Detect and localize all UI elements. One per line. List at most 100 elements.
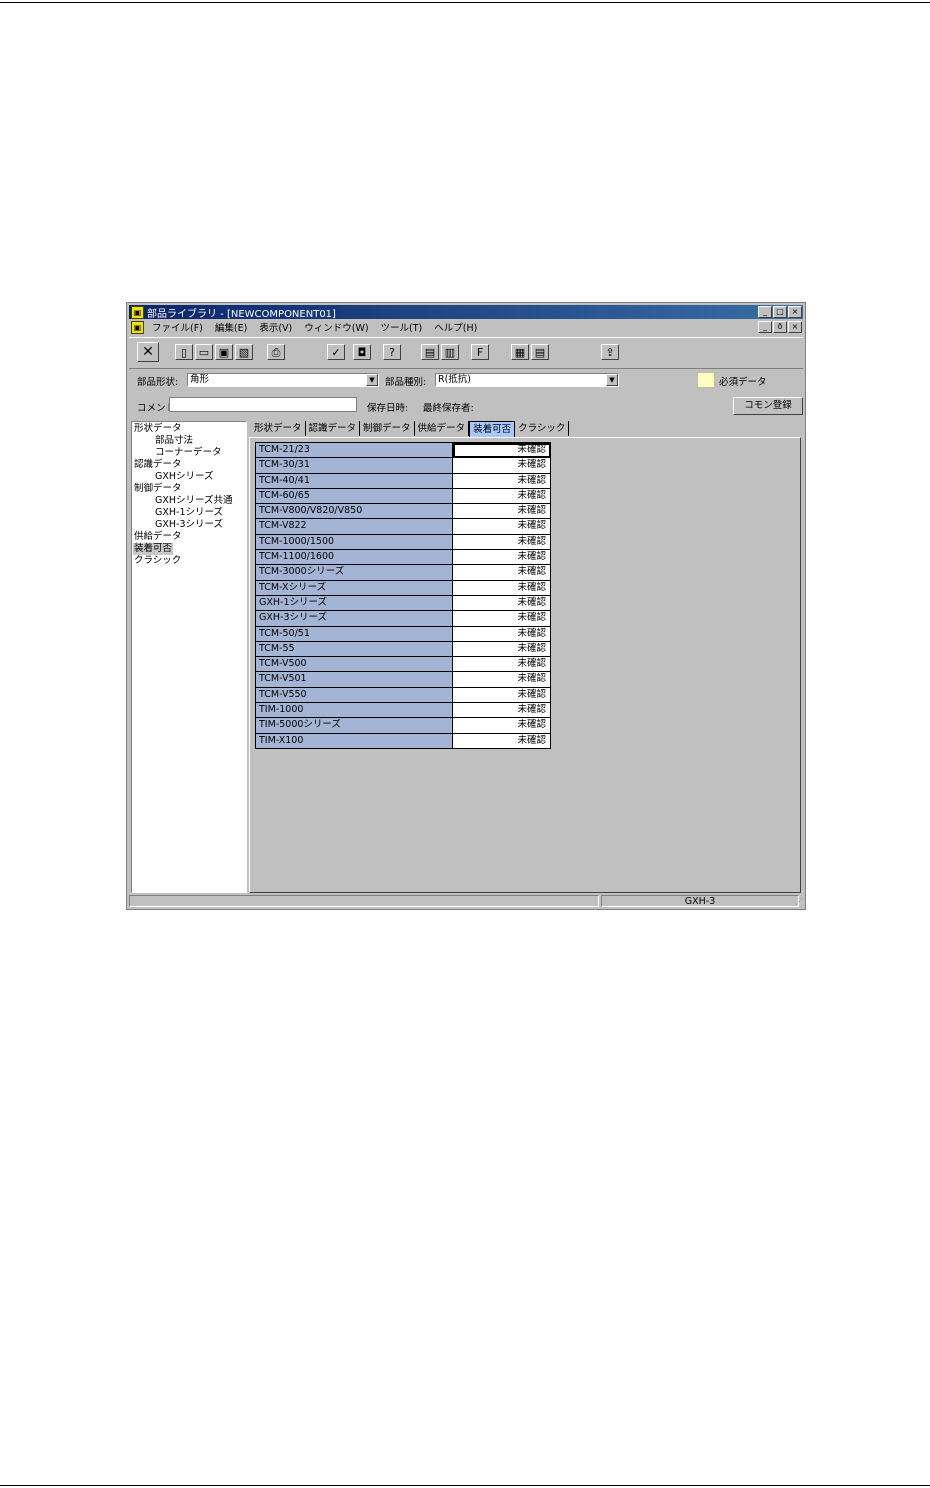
table-row: TIM-1000 未確認 bbox=[256, 703, 551, 719]
comment-field[interactable] bbox=[169, 397, 357, 412]
library-icon: ▣ bbox=[131, 305, 144, 319]
tree-node-classic[interactable]: クラシック bbox=[132, 555, 246, 567]
mount-status-cell[interactable]: 未確認 bbox=[453, 611, 551, 627]
machine-name-cell: TCM-50/51 bbox=[256, 626, 453, 642]
machine-name-cell: TCM-55 bbox=[256, 641, 453, 658]
menu-edit[interactable]: 編集(E) bbox=[209, 320, 253, 334]
mount-status-cell[interactable]: 未確認 bbox=[453, 580, 551, 596]
status-panel-model: GXH-3 bbox=[601, 895, 799, 907]
table-row: TIM-5000シリーズ 未確認 bbox=[256, 718, 551, 734]
table-row: TCM-V501 未確認 bbox=[256, 672, 551, 688]
tree-node-gxh-3[interactable]: GXH-3シリーズ bbox=[132, 519, 246, 531]
mount-status-cell[interactable]: 未確認 bbox=[453, 458, 551, 474]
mount-status-cell[interactable]: 未確認 bbox=[453, 687, 551, 704]
maximize-button[interactable]: □ bbox=[773, 306, 787, 318]
tree-node-part-dimensions[interactable]: 部品寸法 bbox=[132, 435, 246, 447]
table-row: TCM-55 未確認 bbox=[256, 641, 551, 658]
mount-status-cell[interactable]: 未確認 bbox=[453, 595, 551, 612]
title-bar[interactable]: ▣ 部品ライブラリ - [NEWCOMPONENT01] _ □ × bbox=[129, 305, 803, 320]
close-button[interactable]: × bbox=[788, 306, 802, 318]
save-as-icon[interactable]: ▧ bbox=[235, 344, 253, 360]
mount-status-cell[interactable]: 未確認 bbox=[453, 534, 551, 551]
mount-status-cell[interactable]: 未確認 bbox=[453, 672, 551, 688]
export-icon[interactable]: ⇪ bbox=[601, 344, 619, 360]
machine-name-cell: GXH-1シリーズ bbox=[256, 595, 453, 612]
list-view-icon[interactable]: ▥ bbox=[441, 344, 459, 360]
help-icon[interactable]: ? bbox=[383, 344, 401, 360]
table-row: TCM-50/51 未確認 bbox=[256, 626, 551, 642]
tab-supply-data[interactable]: 供給データ bbox=[414, 421, 470, 436]
cascade-window-icon[interactable]: ▦ bbox=[511, 344, 529, 360]
resize-grip-icon[interactable]: ⋰ bbox=[793, 897, 803, 907]
tab-shape-data[interactable]: 形状データ bbox=[251, 421, 306, 436]
mount-status-cell[interactable]: 未確認 bbox=[453, 550, 551, 566]
minimize-button[interactable]: _ bbox=[758, 306, 772, 318]
check-icon[interactable]: ✓ bbox=[327, 344, 345, 360]
mount-status-cell[interactable]: 未確認 bbox=[453, 565, 551, 581]
new-file-icon[interactable]: ▯ bbox=[175, 344, 193, 360]
font-icon[interactable]: F bbox=[471, 344, 489, 360]
tab-classic[interactable]: クラシック bbox=[515, 421, 570, 436]
mount-status-cell[interactable]: 未確認 bbox=[453, 657, 551, 673]
mount-status-cell[interactable]: 未確認 bbox=[453, 519, 551, 535]
mount-status-cell[interactable]: 未確認 bbox=[453, 443, 551, 459]
machine-name-cell: TCM-V822 bbox=[256, 519, 453, 535]
tree-node-mountability[interactable]: 装着可否 bbox=[133, 543, 174, 555]
machine-name-cell: TCM-60/65 bbox=[256, 488, 453, 505]
machine-name-cell: TCM-1000/1500 bbox=[256, 534, 453, 551]
menu-file[interactable]: ファイル(F) bbox=[146, 320, 209, 334]
tree-node-shape-data[interactable]: 形状データ bbox=[132, 423, 246, 435]
tree-node-control-data[interactable]: 制御データ bbox=[132, 483, 246, 495]
tree-node-gxh-series[interactable]: GXHシリーズ bbox=[132, 471, 246, 483]
tile-window-icon[interactable]: ▤ bbox=[531, 344, 549, 360]
tree-view-icon[interactable]: ▤ bbox=[421, 344, 439, 360]
menu-window[interactable]: ウィンドウ(W) bbox=[298, 320, 374, 334]
tab-panel: TCM-21/23 未確認 TCM-30/31 未確認 TCM-40/41 未確認 TCM-… bbox=[249, 437, 801, 893]
chevron-down-icon[interactable]: ▼ bbox=[606, 374, 618, 386]
chevron-down-icon[interactable]: ▼ bbox=[366, 374, 378, 386]
mount-status-cell[interactable]: 未確認 bbox=[453, 718, 551, 734]
mount-status-cell[interactable]: 未確認 bbox=[453, 703, 551, 719]
table-row: GXH-1シリーズ 未確認 bbox=[256, 595, 551, 612]
print-icon[interactable]: ⎙ bbox=[267, 344, 285, 360]
mount-status-cell[interactable]: 未確認 bbox=[453, 473, 551, 489]
document-icon[interactable]: ▣ bbox=[131, 320, 144, 334]
menu-view[interactable]: 表示(V) bbox=[253, 320, 298, 334]
tab-control-data[interactable]: 制御データ bbox=[360, 421, 415, 436]
machine-name-cell: TCM-V800/V820/V850 bbox=[256, 504, 453, 520]
mount-status-cell[interactable]: 未確認 bbox=[453, 626, 551, 642]
table-row: TCM-Xシリーズ 未確認 bbox=[256, 580, 551, 596]
mountability-grid: TCM-21/23 未確認 TCM-30/31 未確認 TCM-40/41 未確認 TCM-… bbox=[255, 442, 551, 749]
table-row: TCM-40/41 未確認 bbox=[256, 473, 551, 489]
close-icon[interactable]: ✕ bbox=[137, 342, 159, 362]
tree-node-corner-data[interactable]: コーナーデータ bbox=[132, 447, 246, 459]
menu-tools[interactable]: ツール(T) bbox=[375, 320, 429, 334]
shape-select[interactable]: 角形 ▼ bbox=[187, 373, 379, 387]
data-tree[interactable]: 形状データ 部品寸法 コーナーデータ 認識データ GXHシリーズ 制御データ G… bbox=[131, 421, 247, 893]
mdi-close-button[interactable]: × bbox=[788, 321, 802, 333]
last-saver-label: 最終保存者: bbox=[423, 403, 474, 414]
tab-recognition-data[interactable]: 認識データ bbox=[305, 421, 361, 436]
machine-name-cell: TIM-1000 bbox=[256, 703, 453, 719]
required-color-swatch bbox=[697, 372, 715, 388]
mount-status-cell[interactable]: 未確認 bbox=[453, 733, 551, 749]
tree-node-gxh-1[interactable]: GXH-1シリーズ bbox=[132, 507, 246, 519]
mdi-restore-button[interactable]: ð bbox=[773, 321, 787, 333]
menu-help[interactable]: ヘルプ(H) bbox=[428, 320, 483, 334]
mount-status-cell[interactable]: 未確認 bbox=[453, 504, 551, 520]
save-icon[interactable]: ▣ bbox=[215, 344, 233, 360]
insert-icon[interactable]: ◘ bbox=[353, 344, 371, 360]
tree-node-gxh-common[interactable]: GXHシリーズ共通 bbox=[132, 495, 246, 507]
tree-node-recognition-data[interactable]: 認識データ bbox=[132, 459, 246, 471]
table-row: TCM-21/23 未確認 bbox=[256, 443, 551, 459]
tab-mountability[interactable]: 装着可否 bbox=[469, 421, 516, 437]
mount-status-cell[interactable]: 未確認 bbox=[453, 488, 551, 505]
app-window: ▣ 部品ライブラリ - [NEWCOMPONENT01] _ □ × ▣ ファイ… bbox=[126, 302, 806, 910]
mdi-minimize-button[interactable]: _ bbox=[758, 321, 772, 333]
common-register-button[interactable]: コモン登録 bbox=[733, 397, 803, 415]
machine-name-cell: TCM-1100/1600 bbox=[256, 550, 453, 566]
mount-status-cell[interactable]: 未確認 bbox=[453, 641, 551, 658]
tree-node-supply-data[interactable]: 供給データ bbox=[132, 531, 246, 543]
kind-select[interactable]: R(抵抗) ▼ bbox=[435, 373, 619, 387]
open-folder-icon[interactable]: ▭ bbox=[195, 344, 213, 360]
